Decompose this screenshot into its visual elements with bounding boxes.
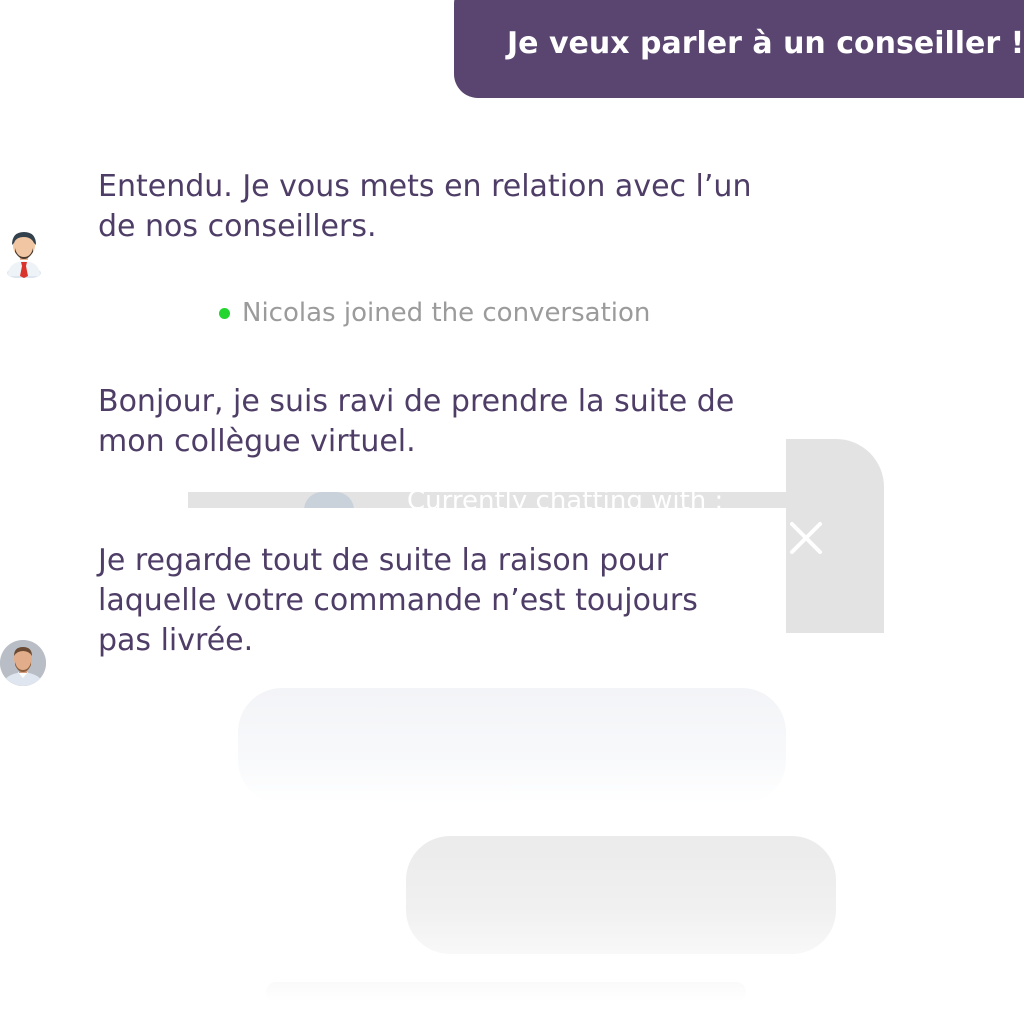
- quick-reply-button[interactable]: [238, 688, 786, 804]
- join-notice-text: Nicolas joined the conversation: [242, 298, 651, 328]
- join-notice: Nicolas joined the conversation: [219, 296, 650, 330]
- agent-message: Bonjour, je suis ravi de prendre la suit…: [98, 384, 735, 459]
- chat-window: Currently chatting with : Je veux parler…: [0, 0, 1024, 1024]
- overlay-mask: [188, 508, 786, 540]
- bot-message: Entendu. Je vous mets en relation avec l…: [98, 169, 752, 244]
- bot-avatar-icon: [7, 232, 41, 278]
- quick-reply-button[interactable]: [266, 982, 746, 1002]
- agent-message: Je regarde tout de suite la raison pour …: [98, 543, 698, 658]
- user-message-text: Je veux parler à un conseiller !: [507, 26, 1024, 61]
- online-status-icon: [219, 307, 230, 319]
- close-icon[interactable]: [788, 520, 824, 556]
- agent-avatar-icon: [0, 640, 46, 686]
- quick-reply-button[interactable]: [406, 836, 836, 954]
